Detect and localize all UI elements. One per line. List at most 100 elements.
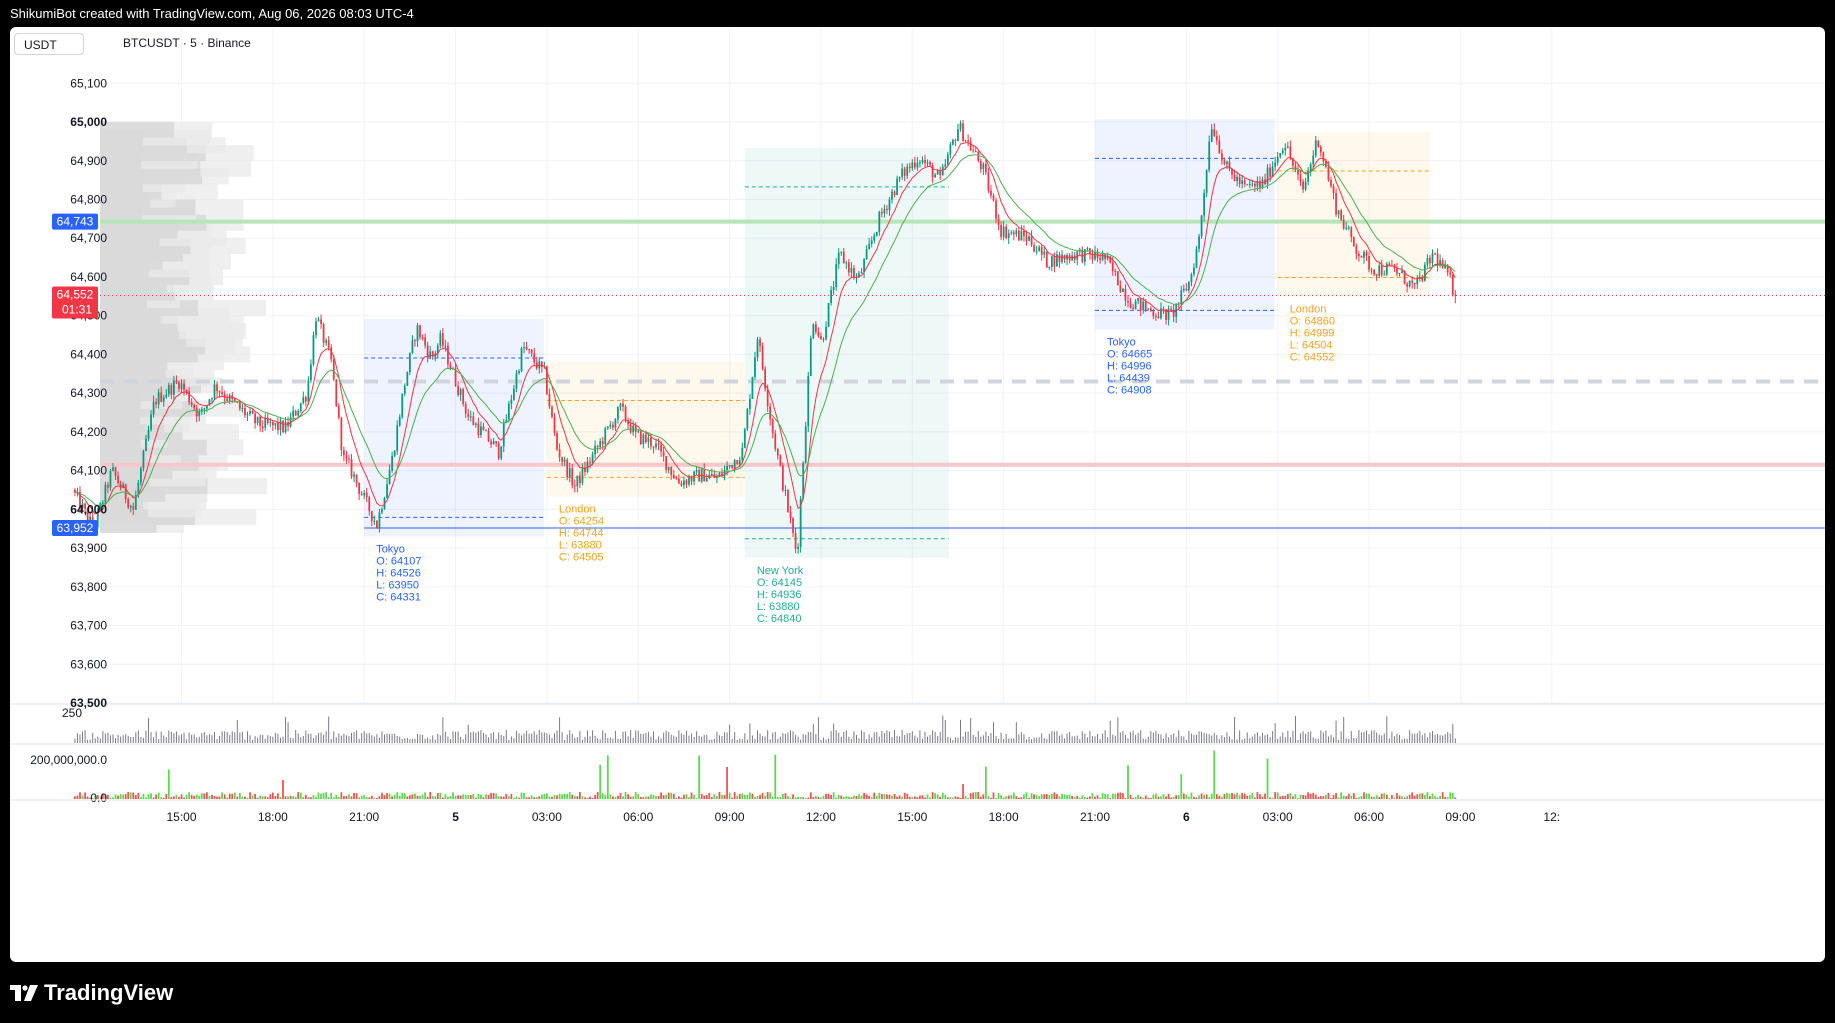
delta-volume-bar <box>1253 797 1256 799</box>
candle-body <box>822 338 825 340</box>
delta-volume-bar <box>863 792 865 799</box>
candle-body <box>167 385 170 395</box>
candle-body <box>408 352 411 372</box>
delta-volume-bar <box>1094 796 1096 799</box>
delta-volume-bar <box>1292 796 1294 799</box>
delta-volume-bar <box>1035 794 1038 799</box>
delta-volume-bar <box>1068 794 1071 799</box>
delta-volume-bar <box>949 797 952 799</box>
candle-body <box>1279 153 1282 157</box>
delta-volume-bar <box>1347 793 1350 799</box>
delta-volume-bar <box>936 794 939 799</box>
candle-body <box>474 423 477 425</box>
delta-volume-bar <box>924 797 926 799</box>
delta-volume-bar <box>254 794 256 799</box>
candle-body <box>962 123 964 142</box>
candle-body <box>1327 166 1330 181</box>
candle-body <box>1261 179 1264 188</box>
candle-body <box>1426 258 1429 265</box>
candle-body <box>1388 263 1391 266</box>
delta-volume-bar <box>1144 795 1147 799</box>
delta-volume-bar <box>573 795 576 799</box>
delta-volume-bar <box>297 792 300 799</box>
session-label-text: C: 64552 <box>1290 351 1335 363</box>
delta-volume-bar <box>1058 796 1061 799</box>
currency-selector[interactable]: USDT <box>14 33 84 55</box>
delta-volume-bar <box>543 794 546 799</box>
candle-body <box>842 251 845 264</box>
delta-volume-bar <box>1403 797 1406 799</box>
candle-body <box>650 437 652 447</box>
delta-volume-bar <box>698 755 701 799</box>
delta-volume-bar <box>1363 792 1365 799</box>
candle-body <box>145 438 147 452</box>
candle-body <box>1319 146 1322 153</box>
delta-volume-bar <box>650 794 652 799</box>
candle-body <box>406 371 409 386</box>
candle-body <box>172 380 175 395</box>
delta-volume-bar <box>977 792 980 799</box>
delta-volume-bar <box>381 792 383 799</box>
delta-volume-bar <box>1444 796 1447 799</box>
delta-volume-bar <box>1271 797 1274 799</box>
candle-body <box>1330 180 1332 187</box>
delta-volume-bar <box>812 796 815 799</box>
chart-caption: ShikumiBot created with TradingView.com,… <box>10 6 414 21</box>
delta-volume-bar <box>1299 794 1302 799</box>
delta-volume-bar <box>1413 795 1416 799</box>
delta-volume-bar <box>1226 792 1228 799</box>
delta-volume-bar <box>391 796 394 799</box>
symbol-label[interactable]: BTCUSDT · 5 · Binance <box>123 36 251 50</box>
candle-body <box>670 467 673 475</box>
candle-body <box>1215 135 1218 141</box>
delta-volume-bar <box>107 794 109 799</box>
candle-body <box>1162 308 1165 310</box>
candle-body <box>936 171 939 175</box>
candle-body <box>1408 280 1411 287</box>
candle-body <box>949 144 952 155</box>
candle-body <box>880 211 883 214</box>
candle-body <box>249 410 251 414</box>
candle-body <box>109 470 112 488</box>
delta-volume-bar <box>972 792 975 799</box>
price-chart[interactable]: TokyoO: 64107H: 64526L: 63950C: 64331Lon… <box>10 27 1825 962</box>
delta-volume-bar <box>1390 795 1393 799</box>
delta-volume-bar <box>251 795 254 799</box>
brand[interactable]: TradingView <box>10 980 173 1006</box>
candle-body <box>261 426 264 428</box>
candle-body <box>688 477 690 485</box>
delta-volume-bar <box>284 796 287 799</box>
delta-volume-bar <box>982 794 985 799</box>
delta-volume-bar <box>809 792 812 799</box>
delta-volume-bar <box>195 794 198 799</box>
delta-volume-bar <box>1175 795 1178 799</box>
delta-volume-bar <box>1010 794 1013 799</box>
delta-volume-bar <box>675 797 678 799</box>
delta-volume-bar <box>1421 793 1424 799</box>
candle-body <box>213 384 216 399</box>
delta-volume-bar <box>886 794 888 799</box>
x-tick-label: 09:00 <box>1445 810 1475 824</box>
candle-body <box>375 520 378 529</box>
delta-volume-bar <box>601 793 604 799</box>
delta-volume-bar <box>952 797 954 799</box>
delta-volume-bar <box>1155 793 1157 799</box>
candle-body <box>974 151 977 153</box>
candle-body <box>946 154 949 165</box>
session-label-text: O: 64860 <box>1290 315 1335 327</box>
delta-volume-bar <box>1025 792 1028 799</box>
candle-body <box>984 163 987 173</box>
delta-volume-bar <box>878 792 881 799</box>
candle-body <box>1223 160 1226 165</box>
delta-volume-bar <box>1195 797 1198 799</box>
candle-body <box>853 267 855 278</box>
delta-volume-bar <box>941 792 944 799</box>
delta-volume-bar <box>1423 795 1426 799</box>
candle-body <box>211 398 213 400</box>
candle-body <box>355 474 358 484</box>
delta-volume-bar <box>180 794 183 799</box>
candle-body <box>140 468 142 483</box>
chart-frame[interactable]: Tokyo O: 64107 H: 64526 L: 63950 C: 64331 Lon… <box>10 27 1825 962</box>
candle-body <box>1187 282 1190 291</box>
session-box <box>744 147 949 558</box>
